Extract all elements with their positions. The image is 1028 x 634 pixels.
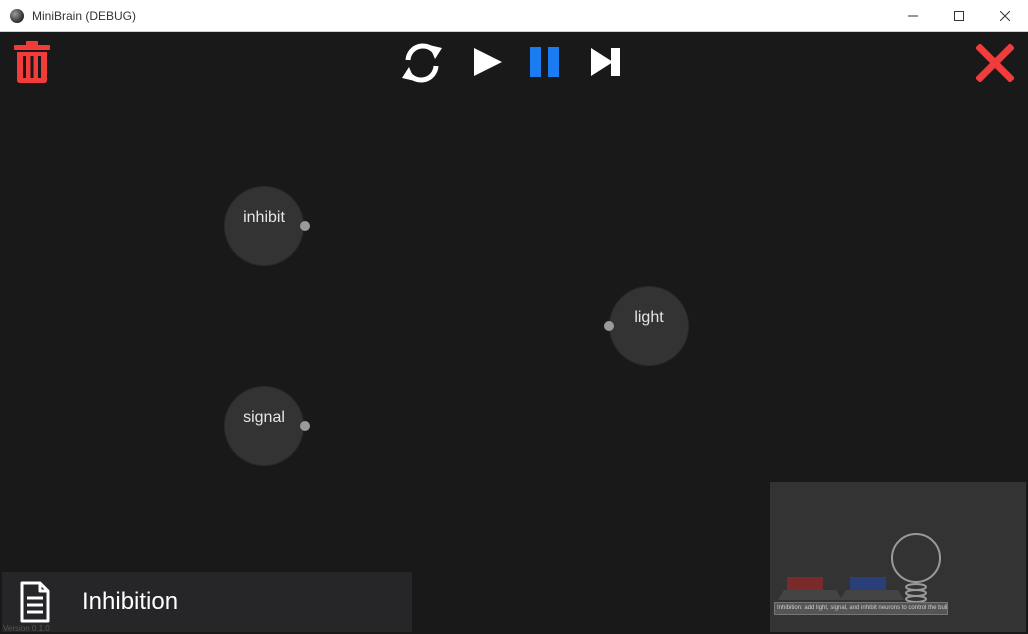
app-icon — [10, 9, 24, 23]
window-titlebar: MiniBrain (DEBUG) — [0, 0, 1028, 32]
preview-caption: Inhibition: add light, signal, and inhib… — [774, 602, 948, 615]
brain-canvas[interactable]: inhibit light signal Inhibition Inhibiti… — [2, 32, 1026, 632]
maximize-icon — [954, 11, 964, 21]
neuron-label: inhibit — [243, 209, 285, 226]
lesson-panel[interactable]: Inhibition — [2, 572, 412, 632]
window-title: MiniBrain (DEBUG) — [32, 9, 137, 23]
pause-icon — [530, 47, 559, 77]
simulation-preview: Inhibition: add light, signal, and inhib… — [770, 482, 1026, 632]
neuron-light[interactable]: light — [609, 286, 689, 366]
output-port[interactable] — [300, 221, 310, 231]
window-close-button[interactable] — [982, 0, 1028, 32]
minimize-icon — [908, 15, 918, 17]
close-x-icon — [975, 43, 1015, 83]
play-button[interactable] — [473, 46, 503, 78]
close-icon — [1000, 11, 1010, 21]
trash-icon — [14, 41, 50, 83]
neuron-inhibit[interactable]: inhibit — [224, 186, 304, 266]
maximize-button[interactable] — [936, 0, 982, 32]
neuron-label: signal — [243, 409, 285, 426]
light-bulb — [891, 533, 941, 583]
output-port[interactable] — [300, 421, 310, 431]
document-icon — [20, 581, 50, 623]
step-forward-button[interactable] — [590, 46, 622, 78]
input-port[interactable] — [604, 321, 614, 331]
close-canvas-button[interactable] — [975, 43, 1015, 83]
delete-button[interactable] — [13, 40, 51, 84]
sync-icon — [402, 43, 442, 83]
neuron-label: light — [634, 309, 664, 326]
pause-button[interactable] — [530, 46, 560, 78]
button-base-red — [778, 590, 842, 600]
red-button — [787, 577, 823, 590]
minimize-button[interactable] — [890, 0, 936, 32]
play-icon — [474, 48, 502, 76]
button-base-blue — [840, 590, 904, 600]
version-text: Version 0.1.0 — [3, 624, 50, 633]
lesson-title: Inhibition — [82, 588, 179, 615]
step-forward-icon — [591, 48, 620, 76]
reset-button[interactable] — [398, 40, 446, 86]
neuron-signal[interactable]: signal — [224, 386, 304, 466]
blue-button — [850, 577, 886, 590]
